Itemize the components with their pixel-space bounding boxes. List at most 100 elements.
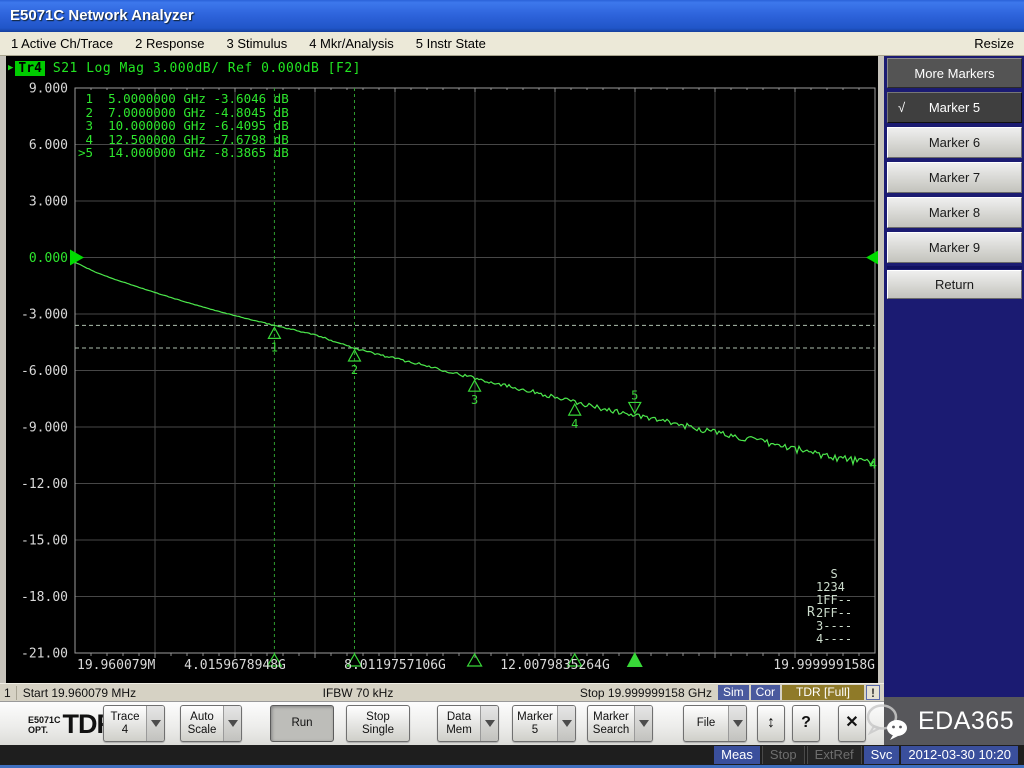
wechat-icon [860,701,916,743]
channel-indicator: 1 [0,686,17,700]
softkey-label: Marker 9 [929,240,980,255]
trace-select-button-label: Trace4 [104,706,146,741]
stop-single-button[interactable]: StopSingle [346,705,410,742]
y-tick-label: 6.000 [29,138,68,153]
x-tick-label: 19.960079M [77,658,155,673]
auto-scale-button[interactable]: AutoScale [180,705,242,742]
marker-table-row: 3 10.000000 GHz -6.4095 dB [78,119,289,133]
x-tick-label: 4.0159678948G [184,658,286,673]
ifbw-text: IFBW 70 kHz [323,686,394,700]
marker-table-row: 1 5.0000000 GHz -3.6046 dB [78,92,289,106]
x-tick-label: 8.0119757106G [344,658,446,673]
run-button[interactable]: Run [270,705,334,742]
watermark-text: EDA365 [918,707,1014,736]
title-bar[interactable]: E5071C Network Analyzer [0,0,1024,32]
dropdown-arrow-icon[interactable] [480,706,498,741]
menu-item-resize[interactable]: Resize [964,36,1024,51]
marker-search-button-label: MarkerSearch [588,706,634,741]
trace-marker-3-number: 3 [471,393,478,407]
toolbar: E5071C OPT. TDR Trace4 AutoScale Run StopSi… [0,701,884,745]
updown-button-label: ↕ [758,706,784,741]
dropdown-arrow-icon[interactable] [223,706,241,741]
display-area: 1234549.0006.0003.0000.000-3.000-6.000-9… [0,56,884,683]
softkey-label: Marker 5 [929,100,980,115]
menu-item-1-active-ch-trace[interactable]: 1 Active Ch/Trace [0,36,124,51]
marker-select-button-label: Marker5 [513,706,557,741]
y-tick-label: -9.000 [21,421,68,436]
status-legend-r-label: R [807,606,815,619]
marker-table-row: 2 7.0000000 GHz -4.8045 dB [78,106,289,120]
datetime-display: 2012-03-30 10:20 [901,746,1018,764]
menu-item-2-response[interactable]: 2 Response [124,36,215,51]
watermark: EDA365 [884,697,1024,745]
run-button-label: Run [271,706,333,741]
channel-trace-status-legend: R S12341FF--2FF--3----4---- [816,568,852,646]
status-badge-sim: Sim [718,685,749,700]
menu-item-4-mkr-analysis[interactable]: 4 Mkr/Analysis [298,36,405,51]
y-tick-label: -3.000 [21,308,68,323]
softkey-label: Marker 6 [929,135,980,150]
status-badge-tdr-full: TDR [Full] [782,685,864,700]
dropdown-arrow-icon[interactable] [634,706,652,741]
softkey-marker-8[interactable]: Marker 8 [887,197,1022,228]
softkey-return-label: Return [935,277,974,292]
softkey-separator [887,266,1022,269]
softkey-label: Marker 8 [929,205,980,220]
instrument-logo: E5071C OPT. TDR [28,709,115,740]
left-border-strip [0,56,6,683]
instrument-screen: E5071C Network Analyzer 1 Active Ch/Trac… [0,0,1024,768]
dropdown-arrow-icon[interactable] [557,706,575,741]
status-badge-[interactable]: ! [866,685,880,700]
menu-item-3-stimulus[interactable]: 3 Stimulus [216,36,299,51]
checkmark-icon: √ [898,100,905,115]
active-trace-badge[interactable]: Tr4 [15,61,44,76]
file-button[interactable]: File [683,705,747,742]
trace-marker-2-number: 2 [351,363,358,377]
softkey-return-button[interactable]: Return [887,270,1022,299]
dropdown-arrow-icon[interactable] [728,706,746,741]
x-tick-label: 19.999999158G [773,658,875,673]
menu-item-5-instr-state[interactable]: 5 Instr State [405,36,497,51]
taskbar-indicator-stop: Stop [762,746,805,764]
file-button-label: File [684,706,728,741]
trace-marker-5-number: 5 [631,388,638,402]
help-button-label: ? [793,706,819,741]
trace-status-line: ▶ Tr4 S21 Log Mag 3.000dB/ Ref 0.000dB [… [8,58,361,78]
y-tick-label: -12.00 [21,477,68,492]
data-mem-button-label: DataMem [438,706,480,741]
marker-search-button[interactable]: MarkerSearch [587,705,653,742]
stop-single-button-label: StopSingle [347,706,409,741]
softkey-marker-9[interactable]: Marker 9 [887,232,1022,263]
y-tick-label: -18.00 [21,590,68,605]
auto-scale-button-label: AutoScale [181,706,223,741]
y-tick-label: 3.000 [29,195,68,210]
marker-select-button[interactable]: Marker5 [512,705,576,742]
softkey-menu: More Markers √ Marker 5 Marker 6 Marker 7 Ma… [884,56,1024,745]
task-bar: MeasStopExtRefSvc 2012-03-30 10:20 [0,745,1024,765]
menu-bar: 1 Active Ch/Trace2 Response3 Stimulus4 M… [0,32,1024,56]
trace-marker-1-number: 1 [271,340,278,354]
trace-format-text: S21 Log Mag 3.000dB/ Ref 0.000dB [F2] [53,61,361,76]
softkey-label: Marker 7 [929,170,980,185]
help-button[interactable]: ? [792,705,820,742]
softkey-marker-5[interactable]: √ Marker 5 [887,92,1022,123]
status-bar: 1 Start 19.960079 MHz IFBW 70 kHz Stop 1… [0,683,884,701]
y-tick-label: 0.000 [29,251,68,266]
updown-button[interactable]: ↕ [757,705,785,742]
logo-opt: OPT. [28,725,61,735]
softkey-marker-6[interactable]: Marker 6 [887,127,1022,158]
marker-table: 1 5.0000000 GHz -3.6046 dB 2 7.0000000 G… [78,92,289,160]
data-mem-button[interactable]: DataMem [437,705,499,742]
dropdown-arrow-icon[interactable] [146,706,164,741]
marker-table-row: 4 12.500000 GHz -7.6798 dB [78,133,289,147]
status-legend-row: 4---- [816,633,852,646]
trace-number-label: 4 [869,458,877,473]
softkey-marker-7[interactable]: Marker 7 [887,162,1022,193]
start-frequency-text: Start 19.960079 MHz [23,686,136,700]
stop-frequency-text: Stop 19.999999158 GHz [580,686,712,700]
softkey-menu-title: More Markers [887,58,1022,88]
logo-model: E5071C [28,715,61,725]
x-tick-label: 12.0079835264G [500,658,610,673]
status-badge-cor: Cor [751,685,780,700]
trace-select-button[interactable]: Trace4 [103,705,165,742]
